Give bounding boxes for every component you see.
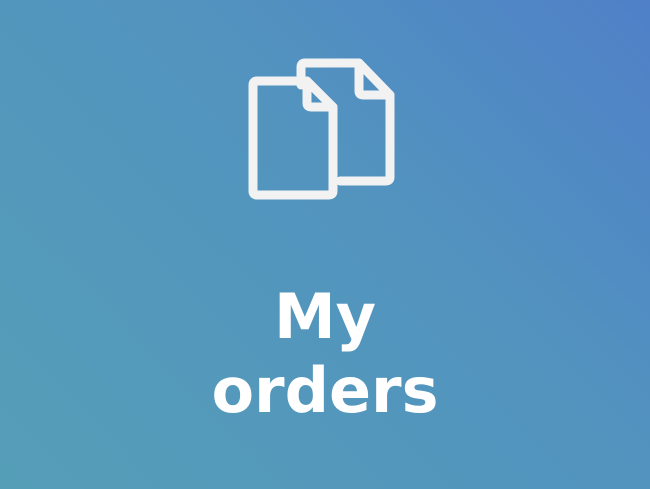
documents-icon bbox=[245, 55, 400, 205]
tile-label: My orders bbox=[0, 280, 650, 428]
tile-label-line2: orders bbox=[211, 354, 439, 427]
my-orders-tile[interactable]: My orders bbox=[0, 0, 650, 489]
tile-label-line1: My bbox=[273, 280, 377, 353]
